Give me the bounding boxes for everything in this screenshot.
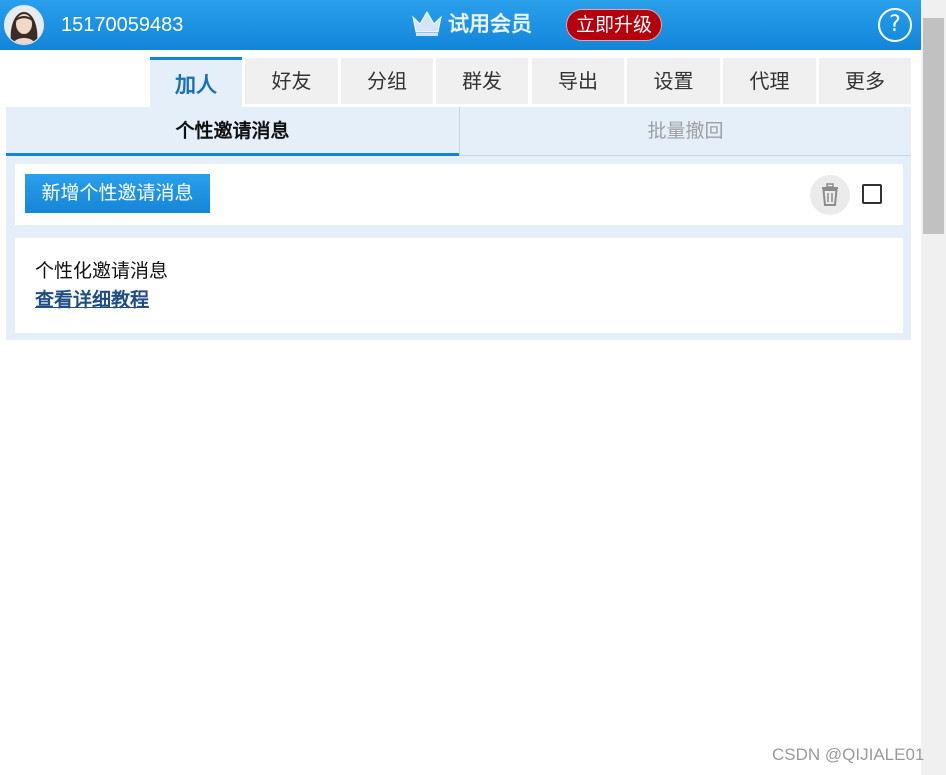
tab-broadcast[interactable]: 群发 xyxy=(436,58,528,104)
tab-export[interactable]: 导出 xyxy=(532,58,624,104)
scrollbar-thumb[interactable] xyxy=(923,18,944,234)
avatar-image xyxy=(5,6,43,44)
upgrade-button[interactable]: 立即升级 xyxy=(566,9,662,41)
account-phone: 15170059483 xyxy=(61,14,184,36)
tutorial-link[interactable]: 查看详细教程 xyxy=(35,286,149,314)
member-status: 试用会员 xyxy=(448,12,532,36)
crown-icon xyxy=(412,11,442,36)
avatar[interactable] xyxy=(4,5,44,45)
subtab-batch-recall[interactable]: 批量撤回 xyxy=(459,107,911,156)
tab-add-people[interactable]: 加人 xyxy=(150,57,242,107)
watermark: CSDN @QIJIALE01 xyxy=(772,745,925,764)
subtab-personal-invite[interactable]: 个性邀请消息 xyxy=(6,107,459,156)
select-all-checkbox[interactable] xyxy=(862,184,882,204)
add-invite-message-button[interactable]: 新增个性邀请消息 xyxy=(25,174,210,213)
tab-groups[interactable]: 分组 xyxy=(341,58,433,104)
invite-message-title: 个性化邀请消息 xyxy=(35,260,169,282)
tab-proxy[interactable]: 代理 xyxy=(723,58,816,104)
tab-settings[interactable]: 设置 xyxy=(627,58,720,104)
trash-icon xyxy=(822,183,838,206)
tab-more[interactable]: 更多 xyxy=(819,58,911,104)
tab-friends[interactable]: 好友 xyxy=(245,58,338,104)
help-icon[interactable]: ? xyxy=(878,8,912,42)
delete-button[interactable] xyxy=(810,175,850,215)
